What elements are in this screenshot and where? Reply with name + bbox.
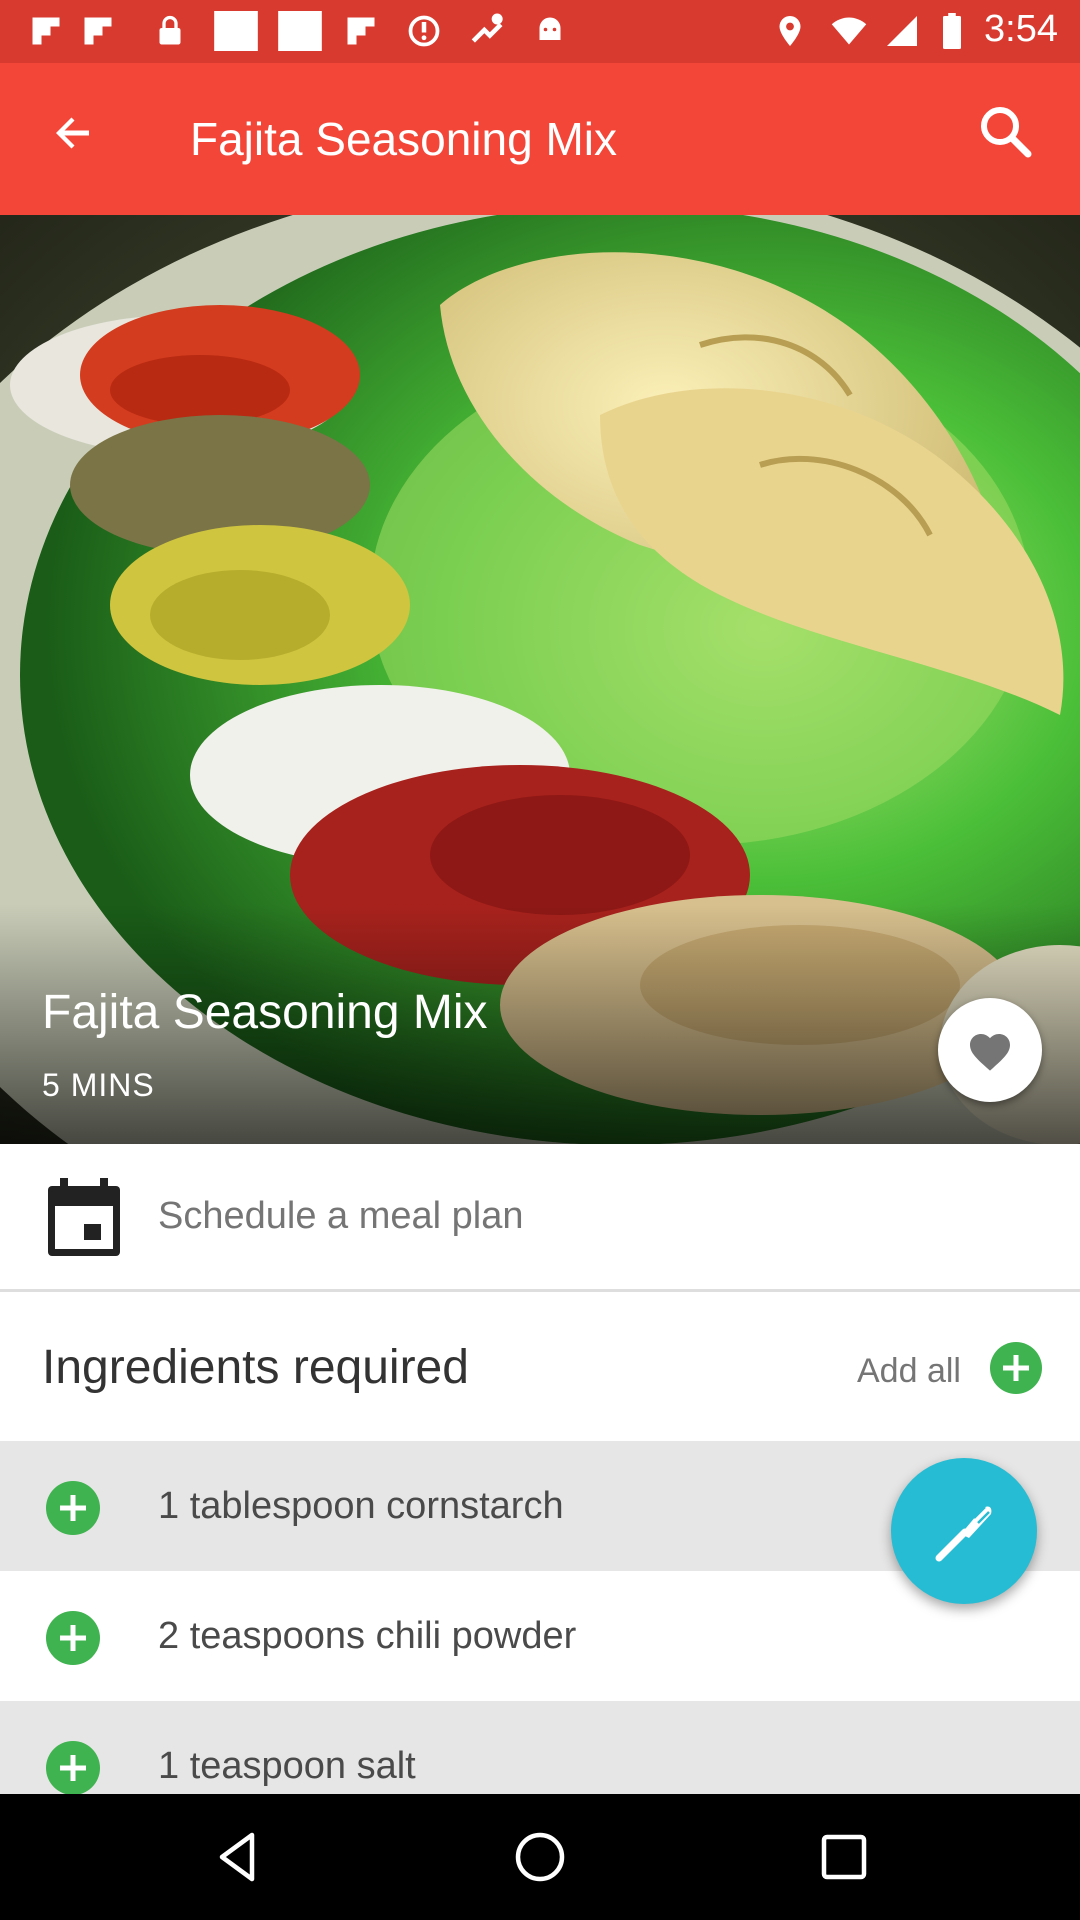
schedule-label: Schedule a meal plan	[158, 1195, 524, 1237]
recipe-hero: Fajita Seasoning Mix 5 MINS	[0, 215, 1080, 1144]
wifi-icon	[831, 17, 867, 45]
recipe-duration: 5 MINS	[42, 1067, 155, 1103]
battery-icon	[943, 13, 961, 49]
recipe-title: Fajita Seasoning Mix	[42, 986, 488, 1039]
add-circle-icon[interactable]	[46, 1741, 100, 1794]
navigation-bar	[0, 1794, 1080, 1920]
calendar-icon	[48, 1178, 120, 1256]
add-all-label[interactable]: Add all	[857, 1352, 961, 1391]
add-circle-icon[interactable]	[46, 1611, 100, 1665]
blank-notification-icon	[214, 11, 258, 51]
add-all-icon[interactable]	[990, 1342, 1042, 1394]
android-icon	[539, 17, 561, 40]
nav-recents-icon[interactable]	[814, 1827, 874, 1887]
fake-gps-icon	[471, 13, 503, 43]
signal-icon	[887, 16, 917, 46]
page-title: Fajita Seasoning Mix	[190, 113, 617, 165]
heart-icon	[970, 1034, 1010, 1071]
nav-back-icon[interactable]	[208, 1827, 268, 1887]
lock-icon	[159, 15, 181, 45]
flipboard-icon	[347, 17, 375, 45]
search-icon[interactable]	[970, 96, 1042, 168]
ingredients-header: Ingredients required Add all	[0, 1295, 1080, 1441]
clock: 3:54	[984, 8, 1058, 50]
recipe-screen: 3:54 Fajita Seasoning Mix Fajita Seasoni…	[0, 0, 1080, 1920]
ingredient-row[interactable]: 2 teaspoons chili powder	[0, 1571, 1080, 1701]
schedule-meal-plan-row[interactable]: Schedule a meal plan	[0, 1144, 1080, 1292]
ingredient-text: 2 teaspoons chili powder	[158, 1615, 577, 1657]
blank-notification-icon	[278, 11, 322, 51]
ingredient-row[interactable]: 1 teaspoon salt	[0, 1701, 1080, 1794]
flipboard-icon	[32, 17, 60, 45]
location-icon	[779, 16, 801, 46]
arrow-back-icon[interactable]	[38, 96, 110, 168]
add-circle-icon[interactable]	[46, 1481, 100, 1535]
nav-home-icon[interactable]	[510, 1827, 570, 1887]
sync-icon	[408, 15, 440, 47]
favorite-button[interactable]	[938, 998, 1042, 1102]
ingredient-text: 1 teaspoon salt	[158, 1745, 416, 1787]
flipboard-icon	[84, 17, 112, 45]
status-bar: 3:54	[0, 0, 1080, 63]
ingredients-title: Ingredients required	[42, 1341, 469, 1394]
ingredient-text: 1 tablespoon cornstarch	[158, 1485, 564, 1527]
fork-icon	[935, 1506, 992, 1562]
cook-mode-button[interactable]	[891, 1458, 1037, 1604]
